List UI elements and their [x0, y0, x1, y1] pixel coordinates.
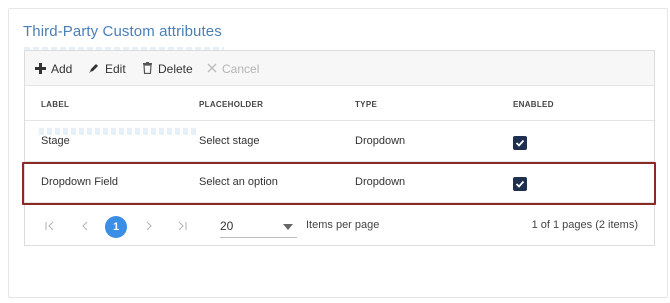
add-button[interactable]: Add: [35, 62, 72, 76]
page-size-select[interactable]: 20: [220, 216, 297, 238]
pager-info: 1 of 1 pages (2 items): [531, 219, 638, 231]
close-icon: [207, 63, 217, 75]
enabled-checkbox[interactable]: [513, 136, 527, 150]
page-button-current[interactable]: 1: [105, 216, 127, 238]
first-page-icon[interactable]: [45, 221, 55, 234]
attributes-grid: Add Edit Delete Cancel LABEL PLACEHOLDER…: [24, 50, 655, 246]
grid-toolbar: Add Edit Delete Cancel: [25, 51, 654, 86]
column-header-type[interactable]: TYPE: [355, 100, 377, 109]
last-page-icon[interactable]: [177, 221, 187, 234]
next-page-icon[interactable]: [144, 221, 154, 234]
pager: 1 20 Items per page 1 of 1 pages (2 item…: [25, 206, 654, 246]
pencil-icon: [88, 62, 100, 76]
trash-icon: [142, 62, 153, 76]
column-header-placeholder[interactable]: PLACEHOLDER: [199, 100, 263, 109]
plus-icon: [35, 62, 46, 76]
chevron-down-icon: [283, 224, 293, 230]
add-label: Add: [51, 62, 73, 76]
grid-header: LABEL PLACEHOLDER TYPE ENABLED: [25, 87, 654, 121]
edit-label: Edit: [105, 62, 126, 76]
enabled-checkbox[interactable]: [513, 177, 527, 191]
row-type: Dropdown: [355, 135, 406, 147]
column-header-label[interactable]: LABEL: [41, 100, 69, 109]
items-per-page-label: Items per page: [306, 219, 380, 231]
delete-button[interactable]: Delete: [142, 62, 193, 76]
row-type: Dropdown: [355, 176, 406, 188]
row-label: Dropdown Field: [41, 176, 119, 188]
row-label: Stage: [41, 135, 70, 147]
row-placeholder: Select stage: [199, 135, 260, 147]
table-row[interactable]: Stage Select stage Dropdown: [25, 122, 654, 162]
edit-button[interactable]: Edit: [88, 62, 126, 76]
decorative-overlay: [39, 128, 199, 135]
page-title: Third-Party Custom attributes: [23, 23, 222, 40]
delete-label: Delete: [158, 62, 193, 76]
column-header-enabled[interactable]: ENABLED: [513, 100, 554, 109]
row-placeholder: Select an option: [199, 176, 278, 188]
table-row[interactable]: Dropdown Field Select an option Dropdown: [25, 163, 654, 203]
prev-page-icon[interactable]: [80, 221, 90, 234]
page-size-value: 20: [220, 219, 234, 233]
cancel-button[interactable]: Cancel: [207, 62, 259, 76]
cancel-label: Cancel: [222, 62, 260, 76]
